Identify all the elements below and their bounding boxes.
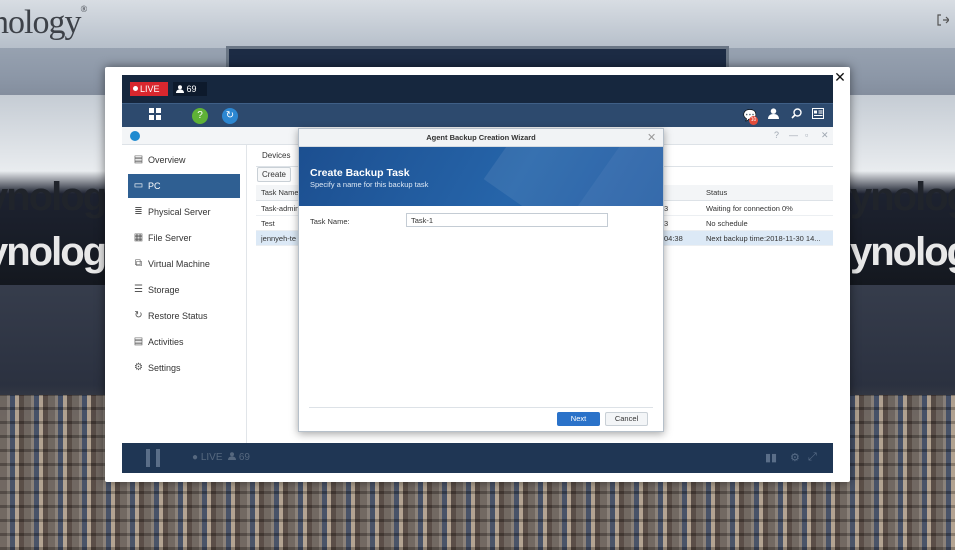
notification-badge: 10 (749, 116, 758, 125)
wizard-subheading: Specify a name for this backup task (310, 180, 429, 189)
volume-icon[interactable]: ▮▮ (765, 451, 777, 464)
create-button[interactable]: Create (257, 167, 291, 182)
main-menu-icon[interactable] (147, 108, 163, 124)
dsm-taskbar: ? ↻ 💬 10 (122, 103, 833, 127)
pause-icon[interactable] (146, 449, 160, 467)
task-name-input[interactable] (406, 213, 608, 227)
settings-icon[interactable]: ⚙ (790, 451, 800, 464)
restore-status-icon: ↻ (134, 310, 143, 321)
virtual-machine-icon: ⧉ (134, 258, 143, 269)
sidebar-item-overview[interactable]: ▤ Overview (128, 148, 240, 172)
stream-header: LIVE 69 (122, 75, 833, 103)
wizard-close-icon[interactable]: ✕ (647, 131, 656, 144)
viewer-icon (176, 85, 184, 93)
sidebar-item-pc[interactable]: ▭ PC (128, 174, 240, 198)
live-badge: LIVE (130, 82, 168, 96)
sidebar-item-activities[interactable]: ▤ Activities (128, 330, 240, 354)
cancel-button[interactable]: Cancel (605, 412, 648, 426)
player-viewer-icon (228, 452, 237, 460)
settings-icon: ⚙ (134, 362, 143, 373)
sidebar-item-settings[interactable]: ⚙ Settings (128, 356, 240, 380)
player-bar: ● LIVE 69 ▮▮ ⚙ ⤢ (122, 443, 833, 473)
exit-icon[interactable] (937, 14, 950, 29)
file-server-icon: ▦ (133, 232, 144, 243)
minimize-icon[interactable]: — (789, 130, 798, 140)
player-live-indicator: ● LIVE 69 (192, 452, 250, 463)
backup-wizard-dialog: Agent Backup Creation Wizard ✕ Create Ba… (298, 128, 664, 432)
activities-icon: ▤ (133, 336, 144, 347)
widgets-icon[interactable] (810, 108, 826, 124)
row-time: 04:38 (664, 234, 683, 243)
wizard-banner: Create Backup Task Specify a name for th… (299, 147, 663, 206)
sidebar-item-virtual-machine[interactable]: ⧉ Virtual Machine (128, 252, 240, 276)
sidebar-item-file-server[interactable]: ▦ File Server (128, 226, 240, 250)
help-window-icon[interactable]: ? (774, 130, 779, 140)
row-name: jennyeh-te (261, 234, 297, 243)
row-status: Waiting for connection 0% (706, 204, 793, 213)
fullscreen-icon[interactable]: ⤢ (808, 451, 817, 464)
row-status: No schedule (706, 219, 748, 228)
sidebar-item-storage[interactable]: ☰ Storage (128, 278, 240, 302)
footer-divider (309, 407, 653, 408)
right-wall-logo-bottom: ynology (850, 230, 955, 274)
sidebar-item-physical-server[interactable]: ≣ Physical Server (128, 200, 240, 224)
sidebar-item-restore-status[interactable]: ↻ Restore Status (128, 304, 240, 328)
row-status: Next backup time:2018-11-30 14... (706, 234, 821, 243)
column-status[interactable]: Status (706, 185, 727, 201)
close-window-icon[interactable]: ✕ (821, 130, 829, 141)
task-name-label: Task Name: (310, 217, 350, 226)
pc-icon: ▭ (133, 180, 144, 191)
viewer-count: 69 (173, 82, 207, 96)
storage-icon: ☰ (134, 284, 143, 295)
next-button[interactable]: Next (557, 412, 600, 426)
tab-devices[interactable]: Devices (262, 151, 290, 160)
physical-server-icon: ≣ (134, 206, 143, 217)
left-wall-logo-bottom: ynolog (0, 230, 107, 274)
search-icon[interactable] (788, 108, 804, 124)
row-time: 3 (664, 204, 669, 213)
overview-icon: ▤ (133, 154, 144, 165)
wizard-heading: Create Backup Task (310, 167, 410, 179)
user-icon[interactable] (765, 108, 781, 124)
maximize-icon[interactable]: ▫ (805, 130, 808, 140)
row-name: Task-admin (261, 204, 300, 213)
help-icon[interactable]: ? (192, 108, 208, 124)
column-task-name[interactable]: Task Name (261, 185, 299, 201)
wizard-title: Agent Backup Creation Wizard (299, 129, 663, 147)
hall-ceiling (0, 0, 955, 48)
sidebar: ▤ Overview ▭ PC ≣ Physical Server ▦ File Ser… (122, 145, 247, 443)
app-logo-icon (130, 131, 140, 141)
right-wall-logo-top: ynology (850, 175, 955, 219)
row-name: Test (261, 219, 275, 228)
hall-logo: nology® (0, 4, 87, 41)
row-time: 3 (664, 219, 669, 228)
close-icon[interactable]: ✕ (833, 70, 847, 84)
active-backup-icon[interactable]: ↻ (222, 108, 238, 124)
